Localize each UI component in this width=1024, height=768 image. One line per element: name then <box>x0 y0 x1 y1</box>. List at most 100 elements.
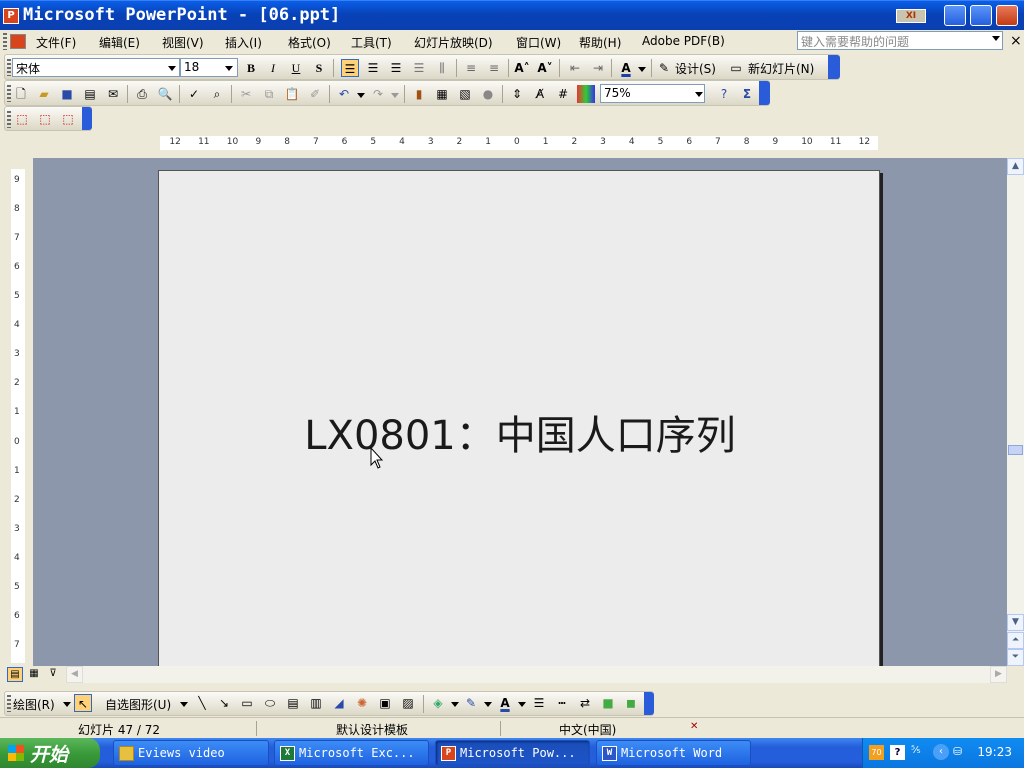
distribute-button[interactable]: ⫼ <box>433 59 451 77</box>
minimize-button[interactable] <box>944 5 966 26</box>
toolbar-grip[interactable] <box>7 695 11 712</box>
arrow-style-icon[interactable]: ⇄ <box>576 694 594 712</box>
pdf-email-icon[interactable]: ⬚ <box>36 110 54 128</box>
picture-icon[interactable]: ▨ <box>399 694 417 712</box>
close-document-icon[interactable]: × <box>1010 33 1022 49</box>
taskbar-item-excel[interactable]: X Microsoft Exc... <box>274 740 429 766</box>
normal-view-icon[interactable]: ▤ <box>7 667 23 682</box>
slide-title[interactable]: LX0801：中国人口序列 <box>159 403 881 461</box>
slideshow-icon[interactable]: ⊽ <box>45 667 61 682</box>
dash-style-icon[interactable]: ┅ <box>553 694 571 712</box>
menu-slideshow[interactable]: 幻灯片放映(D) <box>414 34 493 51</box>
horizontal-scrollbar[interactable]: ◀ ▶ <box>66 666 1007 683</box>
underline-button[interactable]: U <box>287 59 305 77</box>
help-search-input[interactable]: 键入需要帮助的问题 <box>797 31 1003 50</box>
research-icon[interactable]: ⌕ <box>208 85 226 103</box>
slide-sorter-icon[interactable]: ▦ <box>26 667 42 682</box>
network-icon[interactable]: ⛁ <box>953 745 968 760</box>
clipart-icon[interactable]: ▣ <box>376 694 394 712</box>
office-assistant-icon[interactable]: XI <box>896 9 926 23</box>
chevron-down-icon[interactable] <box>695 92 703 97</box>
design-icon[interactable]: ✎ <box>655 59 673 77</box>
align-right-button[interactable]: ☰ <box>387 59 405 77</box>
tray-help-icon[interactable]: ? <box>890 745 905 760</box>
font-select[interactable]: 宋体 <box>12 58 180 77</box>
scroll-left-button[interactable]: ◀ <box>66 666 83 683</box>
increase-font-button[interactable]: A˄ <box>513 59 531 77</box>
toolbar-options-button[interactable] <box>82 107 92 130</box>
align-center-button[interactable]: ☰ <box>364 59 382 77</box>
scroll-right-button[interactable]: ▶ <box>990 666 1007 683</box>
vertical-scrollbar[interactable]: ▲ ▼ ⏶ ⏷ <box>1007 158 1024 666</box>
toolbar-options-button[interactable] <box>759 81 770 105</box>
pdf-review-icon[interactable]: ⬚ <box>59 110 77 128</box>
justify-button[interactable]: ☰ <box>410 59 428 77</box>
fill-color-icon[interactable]: ◈ <box>429 694 447 712</box>
redo-icon[interactable]: ↷ <box>369 85 387 103</box>
vertical-ruler[interactable]: 9 8 7 6 5 4 3 2 1 0 1 2 3 4 5 6 7 <box>11 169 25 663</box>
vertical-textbox-icon[interactable]: ▥ <box>307 694 325 712</box>
tray-input-icon[interactable]: ⁵⁄₅ <box>911 745 925 760</box>
convert-to-pdf-icon[interactable]: ⬚ <box>13 110 31 128</box>
wordart-icon[interactable]: ◢ <box>330 694 348 712</box>
menu-format[interactable]: 格式(O) <box>288 34 331 51</box>
horizontal-ruler[interactable]: 12 11 10 9 8 7 6 5 4 3 2 1 0 1 2 3 4 5 6 7 8 9 10 11 12 <box>160 136 878 150</box>
increase-indent-button[interactable]: ⇥ <box>589 59 607 77</box>
show-hidden-icons-icon[interactable]: ‹ <box>933 744 949 760</box>
chevron-down-icon[interactable] <box>225 66 233 71</box>
chevron-down-icon[interactable] <box>180 702 188 707</box>
tray-app-icon[interactable]: 70 <box>869 745 884 760</box>
menu-help[interactable]: 帮助(H) <box>579 34 621 51</box>
chevron-down-icon[interactable] <box>168 66 176 71</box>
line-icon[interactable]: ╲ <box>193 694 211 712</box>
expand-all-icon[interactable]: ⇕ <box>508 85 526 103</box>
new-slide-icon[interactable]: ▭ <box>727 59 745 77</box>
chevron-down-icon[interactable] <box>63 702 71 707</box>
toolbar-grip[interactable] <box>7 111 11 128</box>
show-formatting-icon[interactable]: A̸ <box>531 85 549 103</box>
chevron-down-icon[interactable] <box>484 702 492 707</box>
spelling-icon[interactable]: ✓ <box>185 85 203 103</box>
help-icon[interactable]: ? <box>715 85 733 103</box>
toolbar-options-button[interactable] <box>644 692 654 715</box>
print-icon[interactable]: ⎙ <box>133 85 151 103</box>
new-slide-button[interactable]: 新幻灯片(N) <box>748 60 814 77</box>
decrease-font-button[interactable]: A˅ <box>536 59 554 77</box>
cut-icon[interactable]: ✂ <box>237 85 255 103</box>
textbox-icon[interactable]: ▤ <box>284 694 302 712</box>
line-style-icon[interactable]: ☰ <box>530 694 548 712</box>
help-dropdown-icon[interactable] <box>992 36 1000 41</box>
rectangle-icon[interactable]: ▭ <box>238 694 256 712</box>
select-objects-icon[interactable]: ↖ <box>74 694 92 712</box>
menu-edit[interactable]: 编辑(E) <box>99 34 140 51</box>
toolbar-options-button[interactable] <box>828 55 840 79</box>
scroll-down-button[interactable]: ▼ <box>1007 614 1024 631</box>
chevron-down-icon[interactable] <box>518 702 526 707</box>
new-document-icon[interactable]: 🗋 <box>12 85 30 103</box>
scroll-thumb[interactable] <box>1008 445 1023 455</box>
taskbar-item-powerpoint[interactable]: P Microsoft Pow... <box>435 740 590 766</box>
bullets-button[interactable]: ≡ <box>485 59 503 77</box>
arrow-icon[interactable]: ↘ <box>215 694 233 712</box>
paste-icon[interactable]: 📋 <box>283 85 301 103</box>
design-button[interactable]: 设计(S) <box>675 60 716 77</box>
menu-adobe-pdf[interactable]: Adobe PDF(B) <box>642 34 725 48</box>
insert-table-icon[interactable]: ▦ <box>433 85 451 103</box>
close-button[interactable] <box>996 5 1018 26</box>
shadow-style-icon[interactable]: ■ <box>599 694 617 712</box>
font-color-button[interactable]: A <box>617 59 635 77</box>
chevron-down-icon[interactable] <box>391 93 399 98</box>
restore-button[interactable] <box>970 5 992 26</box>
bold-button[interactable]: B <box>242 59 260 77</box>
copy-icon[interactable]: ⧉ <box>260 85 278 103</box>
menu-window[interactable]: 窗口(W) <box>516 34 561 51</box>
zoom-select[interactable]: 75% <box>600 84 705 103</box>
save-icon[interactable]: ■ <box>58 85 76 103</box>
decrease-indent-button[interactable]: ⇤ <box>566 59 584 77</box>
toolbar-grip[interactable] <box>7 59 11 76</box>
hyperlink-icon[interactable]: ● <box>479 85 497 103</box>
previous-slide-button[interactable]: ⏶ <box>1007 632 1024 649</box>
chevron-down-icon[interactable] <box>638 67 646 72</box>
next-slide-button[interactable]: ⏷ <box>1007 649 1024 666</box>
chevron-down-icon[interactable] <box>451 702 459 707</box>
